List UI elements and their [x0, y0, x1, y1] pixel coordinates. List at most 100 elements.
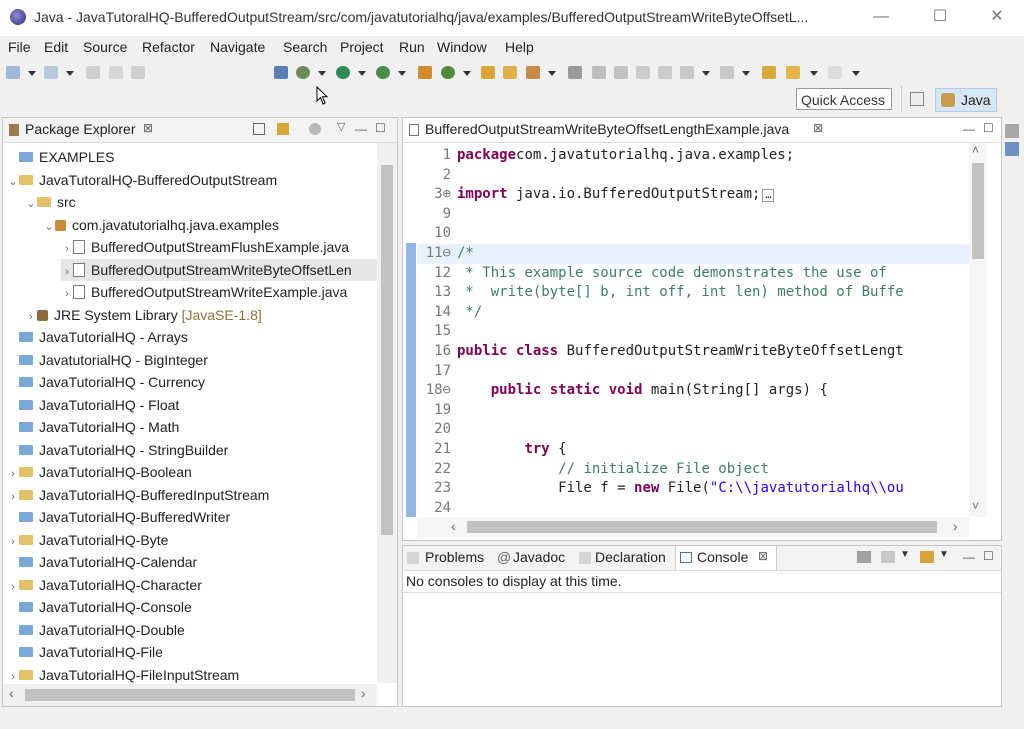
menu-source[interactable]: Source — [83, 39, 127, 55]
tab-problems[interactable]: Problems — [425, 549, 484, 565]
new-icon[interactable] — [6, 66, 20, 79]
chevron-down-icon[interactable] — [742, 71, 750, 76]
tree-item[interactable]: ›JavaTutorialHQ-Boolean — [7, 461, 192, 483]
chevron-down-icon[interactable] — [66, 71, 74, 76]
close-icon[interactable]: ⊠ — [143, 121, 153, 135]
tree-item[interactable]: ›JavaTutorialHQ-Character — [7, 574, 202, 596]
tree-item[interactable]: JavaTutorialHQ-Double — [7, 619, 185, 641]
tree-item[interactable]: JavatutorialHQ - BigInteger — [7, 349, 208, 371]
maximize-view-icon[interactable]: ☐ — [983, 549, 994, 563]
tree-item[interactable]: ›BufferedOutputStreamWriteExample.java — [61, 281, 347, 303]
vertical-scrollbar[interactable] — [377, 143, 397, 683]
scroll-up-icon[interactable]: ˄ — [972, 143, 979, 157]
tree-item[interactable]: ›BufferedOutputStreamFlushExample.java — [61, 236, 349, 258]
chevron-right-icon[interactable]: › — [7, 531, 19, 553]
open-folder-icon[interactable] — [481, 66, 495, 79]
tree-item[interactable]: ›JavaTutorialHQ-BufferedInputStream — [7, 484, 269, 506]
save-all-icon[interactable] — [109, 66, 123, 79]
previous-annotation-icon[interactable] — [720, 66, 734, 79]
chevron-down-icon[interactable] — [28, 71, 36, 76]
tree-item[interactable]: ⌄JavaTutoralHQ-BufferedOutputStream — [7, 169, 277, 191]
tab-javadoc[interactable]: Javadoc — [513, 549, 565, 565]
chevron-right-icon[interactable]: › — [7, 576, 19, 598]
chevron-down-icon[interactable] — [463, 71, 471, 76]
menu-edit[interactable]: Edit — [44, 39, 68, 55]
vertical-scrollbar[interactable]: ˄ ˅ — [969, 143, 987, 517]
next-annotation-icon[interactable] — [680, 66, 694, 79]
collapse-all-icon[interactable] — [253, 123, 265, 135]
tab-console[interactable]: Console — [697, 549, 748, 565]
tree-item[interactable]: JavaTutorialHQ - Float — [7, 394, 179, 416]
display-selected-console-icon[interactable] — [857, 551, 871, 563]
chevron-right-icon[interactable]: › — [7, 486, 19, 508]
tree-item[interactable]: JavaTutorialHQ - StringBuilder — [7, 439, 228, 461]
scrollbar-thumb[interactable] — [467, 521, 937, 533]
scroll-right-icon[interactable]: › — [361, 685, 366, 701]
minimize-view-icon[interactable]: — — [963, 122, 975, 136]
chevron-down-icon[interactable]: ▼ — [939, 549, 949, 560]
chevron-down-icon[interactable]: ⌄ — [43, 216, 55, 238]
open-type-icon[interactable] — [44, 66, 58, 79]
scrollbar-thumb[interactable] — [381, 165, 393, 535]
external-tools-icon[interactable] — [418, 66, 432, 79]
tree-item[interactable]: JavaTutorialHQ - Math — [7, 416, 179, 438]
annotation-icon[interactable] — [568, 66, 582, 79]
new-java-project-icon[interactable] — [441, 66, 455, 79]
menu-project[interactable]: Project — [340, 39, 384, 55]
run-icon[interactable] — [336, 66, 350, 79]
menu-help[interactable]: Help — [505, 39, 534, 55]
chevron-right-icon[interactable]: › — [61, 238, 73, 260]
coverage-icon[interactable] — [376, 66, 390, 79]
task-list-icon[interactable] — [1005, 142, 1019, 156]
focus-task-icon[interactable] — [309, 123, 321, 135]
minimize-view-icon[interactable]: — — [355, 122, 367, 136]
open-perspective-icon[interactable] — [910, 92, 924, 106]
skip-breakpoints-icon[interactable] — [274, 66, 288, 79]
chevron-down-icon[interactable] — [702, 71, 710, 76]
search-icon[interactable] — [526, 66, 540, 79]
open-task-icon[interactable] — [503, 66, 517, 79]
open-console-icon[interactable] — [920, 551, 934, 563]
last-edit-icon[interactable] — [762, 66, 776, 79]
tree-item[interactable]: JavaTutorialHQ-Calendar — [7, 551, 197, 573]
print-icon[interactable] — [131, 66, 145, 79]
horizontal-scrollbar[interactable]: ‹ › — [417, 517, 969, 537]
tree-item[interactable]: ›BufferedOutputStreamWriteByteOffsetLen — [61, 259, 377, 281]
forward-icon[interactable] — [828, 66, 842, 79]
tree-item[interactable]: ›JavaTutorialHQ-FileInputStream — [7, 664, 239, 684]
chevron-down-icon[interactable]: ⌄ — [7, 171, 19, 193]
chevron-down-icon[interactable] — [852, 71, 860, 76]
chevron-down-icon[interactable]: ⌄ — [25, 193, 37, 215]
chevron-right-icon[interactable]: › — [61, 283, 73, 305]
perspective-java-button[interactable]: Java — [935, 88, 997, 112]
scroll-left-icon[interactable]: ‹ — [451, 518, 456, 534]
tree-item[interactable]: JavaTutorialHQ-File — [7, 641, 163, 663]
tree-item[interactable]: JavaTutorialHQ-BufferedWriter — [7, 506, 230, 528]
editor-tab-title[interactable]: BufferedOutputStreamWriteByteOffsetLengt… — [425, 121, 789, 137]
tree-item[interactable]: ›JavaTutorialHQ-Byte — [7, 529, 168, 551]
edit-icon[interactable] — [592, 66, 606, 79]
toggle-mark-icon[interactable] — [614, 66, 628, 79]
menu-refactor[interactable]: Refactor — [142, 39, 195, 55]
tab-console-active[interactable]: Console ⊠ — [675, 546, 777, 570]
view-menu-icon[interactable]: ▽ — [337, 120, 345, 133]
tree-item[interactable]: ⌄src — [25, 191, 76, 213]
minimize-button[interactable]: — — [866, 6, 896, 28]
chevron-down-icon[interactable] — [398, 71, 406, 76]
chevron-down-icon[interactable] — [810, 71, 818, 76]
minimize-view-icon[interactable]: — — [963, 550, 975, 564]
horizontal-scrollbar[interactable]: ‹ › — [3, 684, 377, 706]
menu-window[interactable]: Window — [437, 39, 487, 55]
menu-navigate[interactable]: Navigate — [210, 39, 265, 55]
pin-console-icon[interactable] — [881, 551, 895, 563]
back-icon[interactable] — [786, 66, 800, 79]
maximize-view-icon[interactable]: ☐ — [375, 121, 386, 135]
quick-access-input[interactable]: Quick Access — [796, 88, 892, 110]
tree-item[interactable]: ⌄com.javatutorialhq.java.examples — [43, 214, 279, 236]
tree-item[interactable]: EXAMPLES — [7, 146, 114, 168]
tree-item[interactable]: JavaTutorialHQ-Console — [7, 596, 192, 618]
chevron-right-icon[interactable]: › — [25, 306, 37, 328]
link-with-editor-icon[interactable] — [277, 123, 289, 135]
outline-icon[interactable] — [1005, 124, 1019, 138]
scroll-down-icon[interactable]: ˅ — [972, 499, 979, 513]
